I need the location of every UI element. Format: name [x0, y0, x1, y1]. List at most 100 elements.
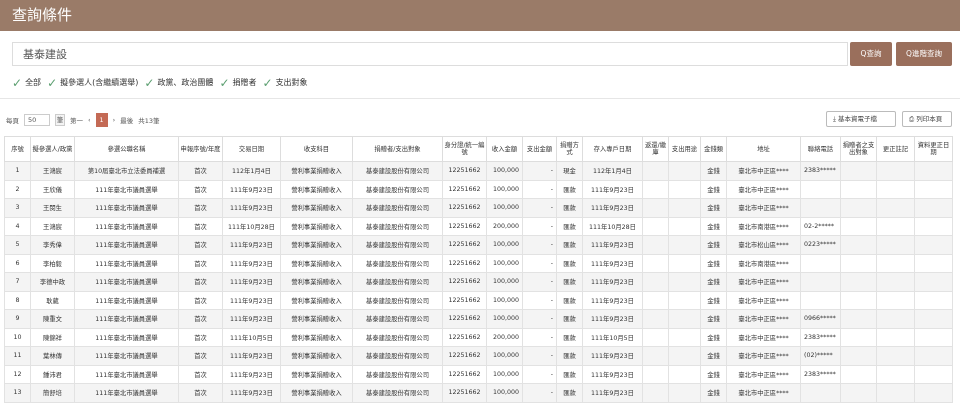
last-page-link[interactable]: 最後: [120, 115, 133, 125]
table-cell: 首次: [178, 216, 223, 236]
table-cell: [876, 161, 915, 181]
column-header: 更正註記: [876, 136, 915, 162]
table-row[interactable]: 1 王鴻宸 第10屆臺北市立法委員補選 首次 112年1月4日 營利事業捐贈收入 基泰建設股…: [4, 161, 953, 181]
table-cell: -: [522, 383, 557, 403]
filter-all[interactable]: ✓ 全部: [12, 77, 41, 89]
table-cell: 匯款: [556, 364, 583, 384]
table-cell: 100,000: [486, 179, 523, 199]
table-cell: 臺北市中正區****: [726, 383, 801, 403]
table-cell: 臺北市中正區****: [726, 364, 801, 384]
filter-candidate[interactable]: ✓ 擬參選人(含繼續選舉): [47, 77, 138, 89]
table-row[interactable]: 2 王欣儀 111年臺北市議員選舉 首次 111年9月23日 營利事業捐贈收入 基泰建設股份…: [4, 179, 953, 199]
table-cell: 111年臺北市議員選舉: [74, 346, 179, 366]
table-cell: 12251662: [442, 364, 487, 384]
table-row[interactable]: 8 耿葳 111年臺北市議員選舉 首次 111年9月23日 營利事業捐贈收入 基泰建設股份有…: [4, 290, 953, 310]
table-cell: 111年臺北市議員選舉: [74, 272, 179, 292]
first-page-link[interactable]: 第一: [70, 115, 83, 125]
filter-expense-target[interactable]: ✓ 支出對象: [263, 77, 308, 89]
table-cell: 匯款: [556, 179, 583, 199]
table-cell: 營利事業捐贈收入: [280, 235, 353, 255]
table-cell: 112年1月4日: [582, 161, 643, 181]
table-cell: [914, 383, 953, 403]
table-cell: 100,000: [486, 235, 523, 255]
table-cell: [840, 235, 877, 255]
filter-donor[interactable]: ✓ 捐贈者: [219, 75, 256, 90]
table-cell: 111年10月5日: [582, 327, 643, 347]
table-cell: 金錢: [700, 253, 727, 273]
table-cell: -: [522, 235, 557, 255]
table-cell: [840, 161, 877, 181]
table-cell: 12251662: [442, 216, 487, 236]
column-header: 捐贈方式: [556, 136, 583, 162]
table-cell: 7: [4, 272, 31, 292]
table-cell: [840, 383, 877, 403]
table-row[interactable]: 6 李柏毅 111年臺北市議員選舉 首次 111年9月23日 營利事業捐贈收入 基泰建設股份…: [4, 253, 953, 273]
table-cell: [876, 235, 915, 255]
table-cell: -: [522, 179, 557, 199]
table-cell: [914, 253, 953, 273]
table-cell: 100,000: [486, 383, 523, 403]
table-cell: [876, 309, 915, 329]
check-icon: ✓: [219, 75, 230, 90]
search-bar: Q查詢 Q進階查詢: [12, 42, 952, 66]
table-cell: 111年臺北市議員選舉: [74, 216, 179, 236]
table-cell: 12251662: [442, 235, 487, 255]
table-cell: 111年9月23日: [582, 346, 643, 366]
current-page[interactable]: 1: [95, 113, 108, 127]
table-cell: 匯款: [556, 290, 583, 310]
table-cell: 111年9月23日: [582, 253, 643, 273]
prev-page-link[interactable]: ‹: [88, 116, 91, 124]
table-cell: 100,000: [486, 346, 523, 366]
table-cell: 葉林傳: [30, 346, 75, 366]
table-cell: [840, 364, 877, 384]
table-row[interactable]: 3 王閔生 111年臺北市議員選舉 首次 111年9月23日 營利事業捐贈收入 基泰建設股份…: [4, 198, 953, 218]
table-cell: [668, 346, 701, 366]
search-input[interactable]: [12, 42, 848, 66]
table-cell: 臺北市松山區****: [726, 235, 801, 255]
table-cell: 100,000: [486, 253, 523, 273]
table-cell: 金錢: [700, 383, 727, 403]
table-cell: 陳重文: [30, 309, 75, 329]
table-cell: 金錢: [700, 198, 727, 218]
table-cell: 臺北市南港區****: [726, 253, 801, 273]
table-cell: 首次: [178, 235, 223, 255]
table-cell: 首次: [178, 364, 223, 384]
table-cell: 基泰建設股份有限公司: [352, 364, 443, 384]
table-cell: 111年9月23日: [582, 290, 643, 310]
table-row[interactable]: 4 王鴻宸 111年臺北市議員選舉 首次 111年10月28日 營利事業捐贈收入 基泰建設股…: [4, 216, 953, 236]
search-button[interactable]: Q查詢: [850, 42, 892, 66]
table-cell: 基泰建設股份有限公司: [352, 161, 443, 181]
table-cell: [876, 346, 915, 366]
table-row[interactable]: 10 陳錦祥 111年臺北市議員選舉 首次 111年10月5日 營利事業捐贈收入 基泰建設股…: [4, 327, 953, 347]
table-cell: 2383*****: [800, 364, 841, 384]
column-header: 支出金額: [522, 136, 557, 162]
table-row[interactable]: 7 李德中政 111年臺北市議員選舉 首次 111年9月23日 營利事業捐贈收入 基泰建設股…: [4, 272, 953, 292]
filter-party[interactable]: ✓ 政黨、政治團體: [144, 77, 213, 89]
table-cell: -: [522, 216, 557, 236]
table-cell: 12251662: [442, 309, 487, 329]
table-row[interactable]: 5 李秀偉 111年臺北市議員選舉 首次 111年9月23日 營利事業捐贈收入 基泰建設股份…: [4, 235, 953, 255]
table-row[interactable]: 11 葉林傳 111年臺北市議員選舉 首次 111年9月23日 營利事業捐贈收入 基泰建設股…: [4, 346, 953, 366]
print-button[interactable]: ⎙ 列印本頁: [902, 111, 952, 127]
table-cell: 111年9月23日: [582, 235, 643, 255]
table-row[interactable]: 12 鍾沛君 111年臺北市議員選舉 首次 111年9月23日 營利事業捐贈收入 基泰建設股…: [4, 364, 953, 384]
table-cell: 12251662: [442, 179, 487, 199]
table-cell: 8: [4, 290, 31, 310]
column-header: 收支科目: [280, 136, 353, 162]
table-cell: 基泰建設股份有限公司: [352, 383, 443, 403]
table-cell: 111年臺北市議員選舉: [74, 309, 179, 329]
table-cell: [876, 290, 915, 310]
download-button[interactable]: ⤓ 基本資電子檔: [826, 111, 896, 127]
advanced-search-button[interactable]: Q進階查詢: [896, 42, 952, 66]
table-cell: 王閔生: [30, 198, 75, 218]
table-row[interactable]: 9 陳重文 111年臺北市議員選舉 首次 111年9月23日 營利事業捐贈收入 基泰建設股份…: [4, 309, 953, 329]
table-row[interactable]: 13 簡舒培 111年臺北市議員選舉 首次 111年9月23日 營利事業捐贈收入 基泰建設股…: [4, 383, 953, 403]
table-cell: 111年臺北市議員選舉: [74, 198, 179, 218]
table-cell: [876, 383, 915, 403]
table-cell: [914, 309, 953, 329]
page-size-select[interactable]: 50: [24, 114, 50, 126]
table-cell: 112年1月4日: [222, 161, 281, 181]
next-page-link[interactable]: ›: [113, 116, 116, 124]
table-cell: [642, 235, 669, 255]
table-cell: 現金: [556, 161, 583, 181]
